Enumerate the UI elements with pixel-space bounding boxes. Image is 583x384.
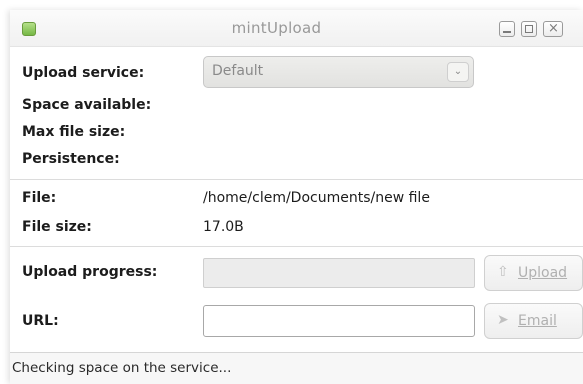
upload-service-label: Upload service: — [22, 65, 145, 81]
space-available-label: Space available: — [22, 97, 152, 113]
persistence-label: Persistence: — [22, 151, 120, 167]
close-icon: × — [548, 21, 559, 36]
status-text: Checking space on the service... — [12, 360, 232, 376]
email-button[interactable]: ➤ Email — [484, 303, 583, 339]
file-path-value: /home/clem/Documents/new file — [203, 190, 430, 206]
mintupload-window: mintUpload × Upload service: Default ⌄ S… — [10, 10, 583, 384]
upload-button-label: Upload — [518, 265, 568, 281]
divider — [10, 246, 583, 247]
close-button[interactable]: × — [543, 21, 563, 37]
title-bar[interactable]: mintUpload × — [10, 10, 583, 47]
file-label: File: — [22, 190, 57, 206]
file-size-value: 17.0B — [203, 219, 244, 235]
status-bar: Checking space on the service... — [10, 352, 583, 384]
max-file-size-label: Max file size: — [22, 124, 126, 140]
upload-arrow-icon: ⇧ — [497, 264, 509, 280]
maximize-button[interactable] — [521, 21, 537, 37]
email-arrow-icon: ➤ — [497, 312, 509, 328]
upload-progress-label: Upload progress: — [22, 264, 158, 280]
upload-service-dropdown[interactable]: Default ⌄ — [203, 56, 474, 88]
minimize-button[interactable] — [499, 21, 515, 37]
divider — [10, 179, 583, 180]
upload-service-value: Default — [212, 63, 264, 79]
upload-progress-bar — [203, 258, 475, 288]
email-button-label: Email — [518, 313, 557, 329]
file-size-label: File size: — [22, 219, 92, 235]
chevron-down-icon[interactable]: ⌄ — [447, 62, 469, 82]
window-title: mintUpload — [231, 19, 322, 37]
url-label: URL: — [22, 313, 59, 329]
upload-button[interactable]: ⇧ Upload — [484, 255, 583, 291]
url-input[interactable] — [203, 305, 475, 337]
